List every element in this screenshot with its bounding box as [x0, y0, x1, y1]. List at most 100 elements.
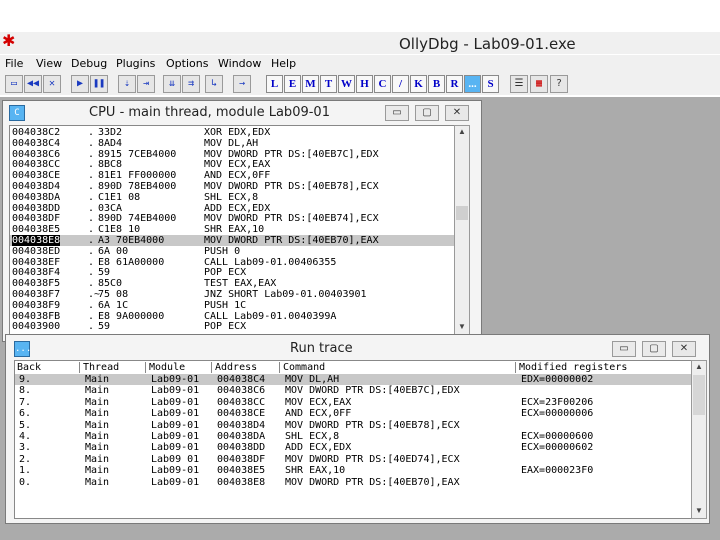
menu-window[interactable]: Window: [218, 57, 261, 70]
trace-over-icon[interactable]: ⇉: [182, 75, 200, 93]
patches-window-button[interactable]: /: [392, 75, 409, 93]
disassembly-hex-dump: C1E1 08: [98, 191, 141, 203]
run-trace-cell-address: 004038C6: [217, 385, 266, 397]
disassembly-row[interactable]: 004038D4. 890D 78EB4000 MOV DWORD PTR DS:[…: [10, 181, 454, 192]
disassembly-row[interactable]: 004038F7 .~ 75 08 JNZ SHORT Lab09-01.004039…: [10, 289, 454, 300]
menu-help[interactable]: Help: [271, 57, 296, 70]
breakpoints-window-button[interactable]: B: [428, 75, 445, 93]
close-icon[interactable]: ✕: [672, 341, 696, 357]
disassembly-row[interactable]: 004038E8. A3 70EB4000 MOV DWORD PTR DS:[40…: [10, 235, 454, 246]
column-header-modified-registers[interactable]: Modified registers: [519, 362, 687, 373]
run-trace-row[interactable]: 1. Main Lab09-01 004038E5 SHR EAX,10 EAX=0000…: [15, 465, 691, 476]
menu-view[interactable]: View: [36, 57, 62, 70]
menu-plugins[interactable]: Plugins: [116, 57, 155, 70]
disassembly-row[interactable]: 004038CC. 8BC8 MOV ECX,EAX: [10, 159, 454, 170]
run-trace-scrollbar[interactable]: ▲ ▼: [691, 360, 707, 519]
help-icon[interactable]: ?: [550, 75, 568, 93]
run-icon[interactable]: ▶: [71, 75, 89, 93]
disassembly-row[interactable]: 004038C4. 8AD4 MOV DL,AH: [10, 138, 454, 149]
disassembly-row[interactable]: 004038DA. C1E1 08 SHL ECX,8: [10, 192, 454, 203]
references-window-button[interactable]: R: [446, 75, 463, 93]
disassembly-pane[interactable]: 004038C2. 33D2 XOR EDX,EDX 004038C4. 8AD4 MOV…: [9, 125, 455, 335]
disassembly-row[interactable]: 004038C6. 8915 7CEB4000 MOV DWORD PTR DS:[…: [10, 149, 454, 160]
restore-icon[interactable]: ▢: [415, 105, 439, 121]
disassembly-disassembly: MOV DWORD PTR DS:[40EB74],ECX: [204, 213, 379, 225]
disassembly-row[interactable]: 004038E5. C1E8 10 SHR EAX,10: [10, 224, 454, 235]
memory-window-button[interactable]: M: [302, 75, 319, 93]
disassembly-row[interactable]: 004038F4. 59 POP ECX: [10, 267, 454, 278]
menu-debug[interactable]: Debug: [71, 57, 107, 70]
execute-till-return-icon[interactable]: ↳: [205, 75, 223, 93]
disassembly-row[interactable]: 004038CE. 81E1 FF000000 AND ECX,0FF: [10, 170, 454, 181]
run-trace-table[interactable]: Back Thread Module Address Command Modif…: [14, 360, 692, 519]
disassembly-row[interactable]: 004038DF. 890D 74EB4000 MOV DWORD PTR DS:[…: [10, 213, 454, 224]
run-trace-row[interactable]: 0. Main Lab09-01 004038E8 MOV DWORD PTR DS:[…: [15, 477, 691, 488]
column-header-command[interactable]: Command: [283, 362, 516, 373]
disassembly-row[interactable]: 00403900. 59 POP ECX: [10, 321, 454, 332]
restart-icon[interactable]: ◀◀: [24, 75, 42, 93]
run-trace-row[interactable]: 9. Main Lab09-01 004038C4 MOV DL,AH EDX=00000…: [15, 374, 691, 385]
disassembly-row[interactable]: 004038DD. 03CA ADD ECX,EDX: [10, 203, 454, 214]
disassembly-address: 004038F4: [12, 267, 61, 279]
disassembly-disassembly: MOV DL,AH: [204, 137, 259, 149]
scrollbar-thumb[interactable]: [693, 375, 705, 415]
call-stack-window-button[interactable]: K: [410, 75, 427, 93]
run-trace-window-button[interactable]: ...: [464, 75, 481, 93]
disassembly-row[interactable]: 004038F5. 85C0 TEST EAX,EAX: [10, 278, 454, 289]
goto-icon[interactable]: →: [233, 75, 251, 93]
trace-into-icon[interactable]: ⇊: [163, 75, 181, 93]
minimize-icon[interactable]: ▭: [385, 105, 409, 121]
run-trace-row[interactable]: 6. Main Lab09-01 004038CE AND ECX,0FF ECX=000…: [15, 408, 691, 419]
close-icon[interactable]: ✕: [445, 105, 469, 121]
scroll-down-icon[interactable]: ▼: [694, 506, 704, 516]
disassembly-marker: .: [88, 148, 95, 160]
run-trace-cell-address: 004038CC: [217, 396, 266, 408]
column-header-module[interactable]: Module: [149, 362, 212, 373]
step-into-icon[interactable]: ⇣: [118, 75, 136, 93]
step-over-icon[interactable]: ⇥: [137, 75, 155, 93]
log-window-button[interactable]: L: [266, 75, 283, 93]
scroll-up-icon[interactable]: ▲: [457, 127, 467, 137]
run-trace-row[interactable]: 8. Main Lab09-01 004038C6 MOV DWORD PTR DS:[…: [15, 385, 691, 396]
disassembly-row[interactable]: 004038FB. E8 9A000000 CALL Lab09-01.004039…: [10, 311, 454, 322]
modules-window-button[interactable]: E: [284, 75, 301, 93]
menu-file[interactable]: File: [5, 57, 23, 70]
open-icon[interactable]: ▭: [5, 75, 23, 93]
cpu-window[interactable]: C CPU - main thread, module Lab09-01 ▭ ▢…: [2, 100, 482, 342]
disassembly-row[interactable]: 004038C2. 33D2 XOR EDX,EDX: [10, 127, 454, 138]
cpu-window-button[interactable]: C: [374, 75, 391, 93]
menu-options[interactable]: Options: [166, 57, 208, 70]
restore-icon[interactable]: ▢: [642, 341, 666, 357]
disassembly-row[interactable]: 004038ED. 6A 00 PUSH 0: [10, 246, 454, 257]
toolbar: ▭ ◀◀ ✕ ▶ ❚❚ ⇣ ⇥ ⇊ ⇉ ↳ → L E M T W H C / …: [0, 73, 720, 95]
close-icon[interactable]: ✕: [43, 75, 61, 93]
column-header-thread[interactable]: Thread: [83, 362, 146, 373]
column-header-address[interactable]: Address: [215, 362, 280, 373]
disassembly-address: 004038EF: [12, 256, 61, 268]
minimize-icon[interactable]: ▭: [612, 341, 636, 357]
handles-window-button[interactable]: H: [356, 75, 373, 93]
disassembly-scrollbar[interactable]: ▲ ▼: [454, 125, 470, 335]
list-icon[interactable]: ☰: [510, 75, 528, 93]
run-trace-row[interactable]: 2. Main Lab09 01 004038DF MOV DWORD PTR DS:[…: [15, 454, 691, 465]
windows-window-button[interactable]: W: [338, 75, 355, 93]
threads-window-button[interactable]: T: [320, 75, 337, 93]
scroll-up-icon[interactable]: ▲: [694, 362, 704, 372]
run-trace-row[interactable]: 4. Main Lab09-01 004038DA SHL ECX,8 ECX=00000…: [15, 431, 691, 442]
run-trace-window[interactable]: ... Run trace ▭ ▢ ✕ Back Thread Module A…: [5, 334, 710, 524]
disassembly-row[interactable]: 004038EF. E8 61A00000 CALL Lab09-01.004063…: [10, 257, 454, 268]
pause-icon[interactable]: ❚❚: [90, 75, 108, 93]
disassembly-row[interactable]: 004038F9. 6A 1C PUSH 1C: [10, 300, 454, 311]
disassembly-hex-dump: A3 70EB4000: [98, 235, 165, 246]
disassembly-address: 004038FB: [12, 310, 61, 322]
column-header-back[interactable]: Back: [17, 362, 80, 373]
source-window-button[interactable]: S: [482, 75, 499, 93]
grid-icon[interactable]: ▦: [530, 75, 548, 93]
cpu-window-titlebar[interactable]: C CPU - main thread, module Lab09-01 ▭ ▢…: [3, 101, 481, 123]
bug-icon[interactable]: ✱: [2, 34, 18, 50]
scrollbar-thumb[interactable]: [456, 206, 468, 220]
scroll-down-icon[interactable]: ▼: [457, 322, 467, 332]
run-trace-row[interactable]: 7. Main Lab09-01 004038CC MOV ECX,EAX ECX=23F…: [15, 397, 691, 408]
run-trace-row[interactable]: 5. Main Lab09-01 004038D4 MOV DWORD PTR DS:[…: [15, 420, 691, 431]
run-trace-row[interactable]: 3. Main Lab09-01 004038DD ADD ECX,EDX ECX=000…: [15, 442, 691, 453]
